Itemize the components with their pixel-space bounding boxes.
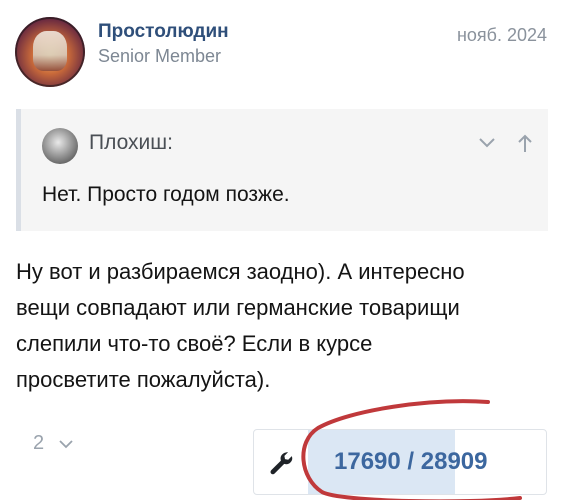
avatar-ring bbox=[15, 17, 85, 87]
quote-block: Плохиш: Нет. Просто годом позже. bbox=[16, 109, 548, 231]
quote-controls bbox=[478, 131, 532, 154]
reactions-toggle[interactable]: 2 bbox=[33, 432, 74, 455]
quote-author-name[interactable]: Плохиш: bbox=[89, 131, 173, 155]
quote-author-avatar[interactable] bbox=[42, 128, 78, 164]
pager-position[interactable]: 17690 / 28909 bbox=[334, 448, 487, 476]
chevron-down-icon[interactable] bbox=[478, 137, 496, 149]
arrow-up-icon[interactable] bbox=[518, 133, 532, 153]
post-pager[interactable]: 17690 / 28909 bbox=[253, 429, 547, 495]
post-line: Ну вот и разбираемся заодно). А интересн… bbox=[16, 259, 465, 284]
post-line: просветите пожалуйста). bbox=[16, 367, 271, 392]
post-body: Ну вот и разбираемся заодно). А интересн… bbox=[16, 254, 548, 398]
post-date[interactable]: нояб. 2024 bbox=[457, 25, 547, 46]
author-title: Senior Member bbox=[98, 46, 222, 66]
author-avatar[interactable] bbox=[15, 17, 85, 87]
author-name[interactable]: Простолюдин bbox=[98, 21, 229, 43]
post-line: вещи совпадают или германские товарищи bbox=[16, 295, 460, 320]
chevron-down-icon bbox=[59, 440, 73, 448]
wrench-icon[interactable] bbox=[268, 450, 294, 476]
post-line: слепили что-то своё? Если в курсе bbox=[16, 331, 373, 356]
reaction-count: 2 bbox=[33, 432, 45, 454]
quote-text: Нет. Просто годом позже. bbox=[42, 183, 290, 206]
annotation-circle bbox=[301, 399, 522, 500]
